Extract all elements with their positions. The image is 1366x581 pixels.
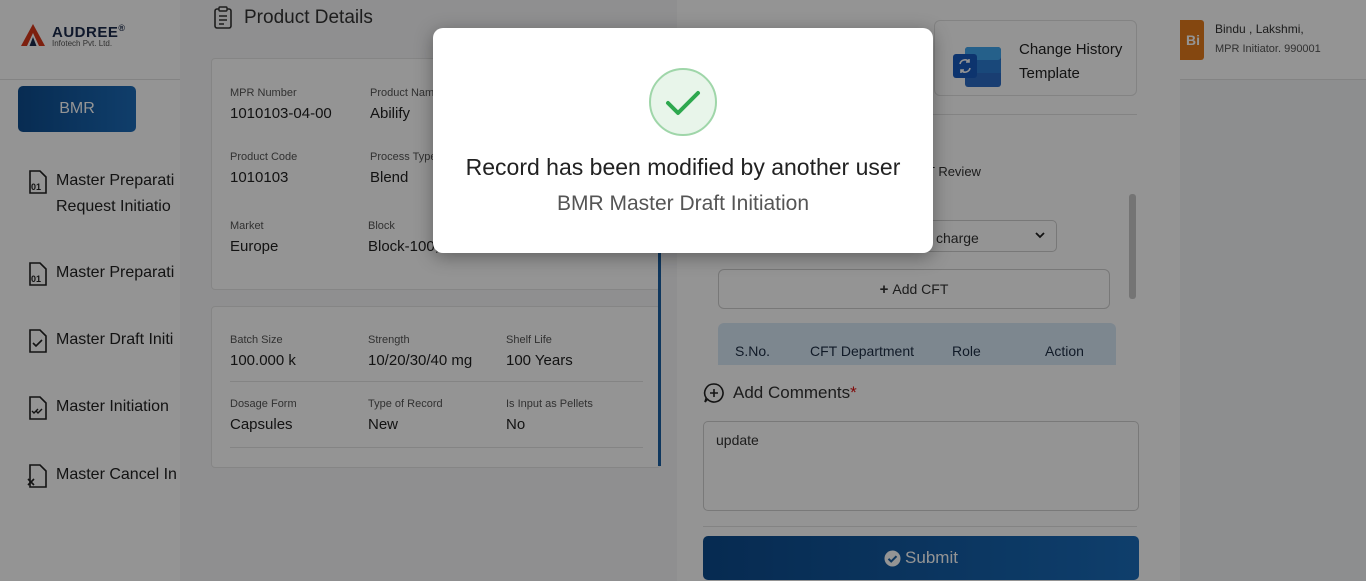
dialog-subtitle: BMR Master Draft Initiation: [556, 192, 810, 215]
success-dialog: Record has been modified by another user…: [433, 28, 933, 253]
success-check-icon: [649, 68, 717, 136]
dialog-title: Record has been modified by another user: [465, 154, 901, 180]
